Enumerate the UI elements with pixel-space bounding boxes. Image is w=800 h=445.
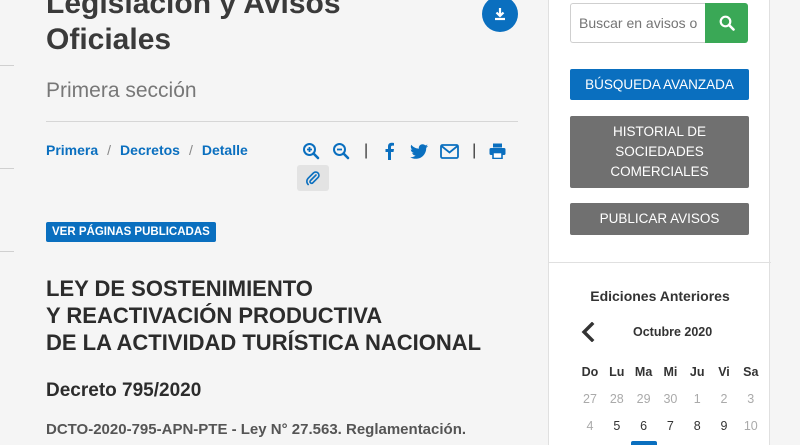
breadcrumb: Primera / Decretos / Detalle bbox=[46, 142, 248, 158]
decree-summary: DCTO-2020-795-APN-PTE - Ley N° 27.563. R… bbox=[46, 421, 467, 438]
law-title: LEY DE SOSTENIMIENTO Y REACTIVACIÓN PROD… bbox=[46, 275, 518, 356]
download-icon bbox=[495, 8, 505, 21]
toolbar-separator: | bbox=[364, 142, 369, 159]
calendar-day[interactable]: 5 bbox=[604, 419, 630, 433]
chevron-left-icon bbox=[581, 322, 595, 342]
calendar-day: 3 bbox=[747, 391, 755, 406]
law-title-line: DE LA ACTIVIDAD TURÍSTICA NACIONAL bbox=[46, 330, 482, 355]
email-share-button[interactable] bbox=[438, 141, 460, 161]
calendar-day: 27 bbox=[583, 391, 597, 406]
calendar-weekday: Sa bbox=[743, 364, 759, 379]
calendar-day[interactable]: 13 bbox=[630, 440, 657, 445]
calendar-day: 30 bbox=[663, 391, 678, 406]
breadcrumb-separator: / bbox=[107, 142, 112, 158]
calendar-weekday: Mi bbox=[663, 364, 678, 379]
envelope-icon bbox=[439, 143, 459, 159]
advanced-search-button[interactable]: BÚSQUEDA AVANZADA bbox=[570, 69, 749, 100]
calendar-title: Ediciones Anteriores bbox=[590, 288, 730, 304]
paperclip-icon bbox=[306, 171, 320, 186]
calendar-day[interactable]: 9 bbox=[711, 419, 737, 433]
publish-notices-button[interactable]: PUBLICAR AVISOS bbox=[570, 203, 749, 235]
zoom-in-button[interactable] bbox=[300, 141, 322, 161]
breadcrumb-separator: / bbox=[188, 142, 193, 158]
calendar-weekday-row: Do Lu Ma Mi Ju Vi Sa bbox=[577, 358, 765, 385]
calendar-week-row: 11121314151617 bbox=[577, 439, 765, 445]
facebook-share-button[interactable] bbox=[378, 141, 400, 161]
header-divider bbox=[46, 121, 518, 122]
calendar-week-row: 27 28 29 30 1 2 3 bbox=[577, 385, 765, 412]
calendar-day: 10 bbox=[743, 418, 758, 433]
published-pages-button[interactable]: VER PÁGINAS PUBLICADAS bbox=[46, 222, 216, 242]
calendar-weekday: Ma bbox=[634, 364, 653, 379]
search-icon bbox=[719, 15, 735, 31]
rail-divider bbox=[0, 251, 14, 252]
calendar-weekday: Do bbox=[581, 364, 599, 379]
law-title-line: Y REACTIVACIÓN PRODUCTIVA bbox=[46, 303, 383, 328]
download-button[interactable] bbox=[482, 0, 518, 32]
calendar-day: 4 bbox=[586, 418, 594, 433]
calendar-day[interactable]: 7 bbox=[657, 419, 683, 433]
toolbar-separator: | bbox=[472, 142, 477, 159]
decree-number: Decreto 795/2020 bbox=[46, 380, 202, 401]
print-button[interactable] bbox=[486, 141, 508, 161]
twitter-share-button[interactable] bbox=[408, 141, 430, 161]
calendar-month: Octubre 2020 bbox=[633, 325, 713, 339]
company-history-button[interactable]: HISTORIAL DE SOCIEDADES COMERCIALES bbox=[570, 116, 749, 188]
rail-divider bbox=[0, 65, 14, 66]
twitter-icon bbox=[410, 143, 429, 159]
search-box bbox=[570, 3, 748, 43]
sidebar-divider bbox=[549, 262, 771, 263]
document-toolbar: | | bbox=[300, 141, 516, 161]
calendar-day: 2 bbox=[720, 391, 728, 406]
calendar-weekday: Vi bbox=[718, 364, 730, 379]
sidebar: BÚSQUEDA AVANZADA HISTORIAL DE SOCIEDADE… bbox=[548, 0, 771, 445]
rail-divider bbox=[0, 168, 14, 169]
calendar-day: 29 bbox=[636, 391, 651, 406]
zoom-in-icon bbox=[303, 143, 320, 160]
main-content: Legislación y Avisos Oficiales Primera s… bbox=[46, 0, 518, 445]
facebook-icon bbox=[385, 142, 395, 160]
previous-month-button[interactable] bbox=[579, 320, 597, 344]
breadcrumb-decretos[interactable]: Decretos bbox=[120, 142, 180, 158]
zoom-out-icon bbox=[333, 143, 350, 160]
calendar-week-row: 4 5 6 7 8 9 10 bbox=[577, 412, 765, 439]
breadcrumb-primera[interactable]: Primera bbox=[46, 142, 98, 158]
calendar-grid: Do Lu Ma Mi Ju Vi Sa 27 28 29 30 1 2 3 456789 10 1112131… bbox=[577, 358, 765, 445]
page: Legislación y Avisos Oficiales Primera s… bbox=[0, 0, 800, 445]
calendar-weekday: Lu bbox=[609, 364, 625, 379]
left-rail bbox=[0, 0, 16, 445]
calendar-day[interactable]: 8 bbox=[684, 419, 710, 433]
printer-icon bbox=[489, 143, 506, 159]
page-subtitle: Primera sección bbox=[46, 79, 197, 102]
calendar-day: 28 bbox=[609, 391, 624, 406]
zoom-out-button[interactable] bbox=[330, 141, 352, 161]
calendar-day: 1 bbox=[693, 391, 701, 406]
calendar-day[interactable]: 6 bbox=[631, 419, 657, 433]
page-title: Legislación y Avisos Oficiales bbox=[46, 0, 341, 56]
law-title-line: LEY DE SOSTENIMIENTO bbox=[46, 276, 313, 301]
breadcrumb-detalle[interactable]: Detalle bbox=[202, 142, 248, 158]
search-button[interactable] bbox=[705, 3, 748, 43]
search-input[interactable] bbox=[570, 3, 705, 43]
calendar-weekday: Ju bbox=[689, 364, 705, 379]
attachment-button[interactable] bbox=[297, 165, 329, 191]
